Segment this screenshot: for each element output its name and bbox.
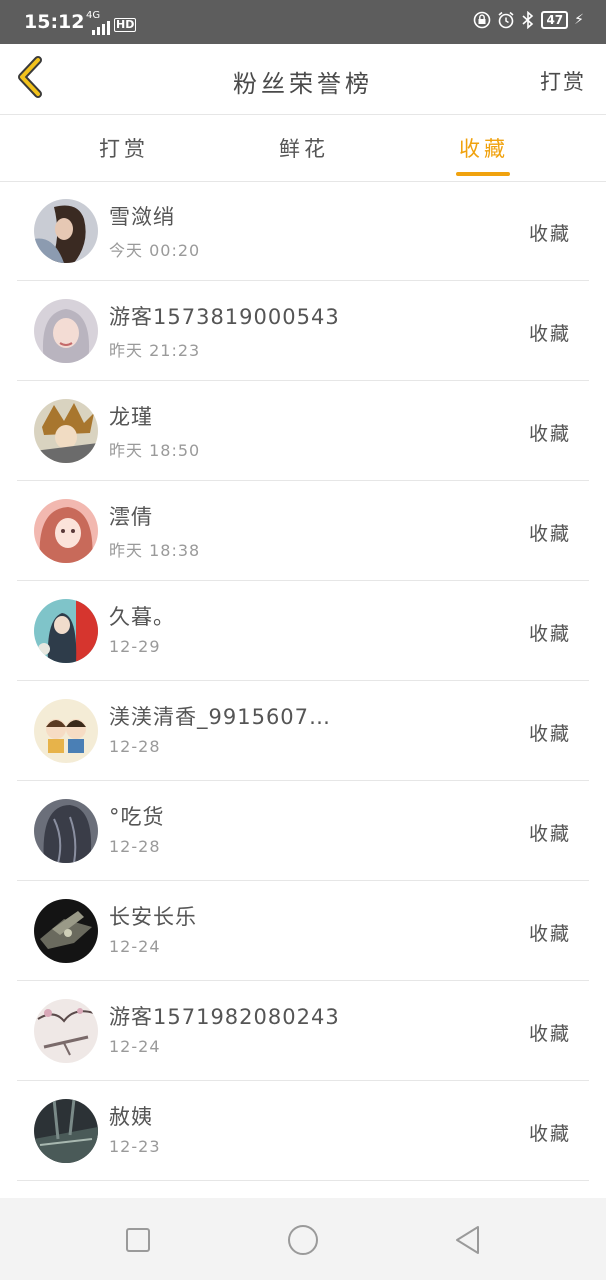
gift-type: 收藏 (528, 723, 571, 745)
fans-list: 雪潋绡 今天 00:20 收藏 游客157381900054​3 昨天 21:2… (0, 181, 606, 1181)
tab-flowers[interactable]: 鲜花 (244, 133, 364, 163)
fan-time: 12-23 (109, 1137, 161, 1156)
gift-type: 收藏 (528, 223, 571, 245)
tab-reward[interactable]: 打赏 (64, 133, 184, 163)
active-tab-indicator (456, 172, 510, 176)
fan-name: 游客157381900054​3 (109, 305, 340, 329)
avatar (34, 399, 98, 463)
fan-time: 昨天 18:38 (109, 541, 201, 560)
avatar (34, 699, 98, 763)
fan-name: 久暮。 (109, 605, 175, 629)
list-item[interactable]: 久暮。 12-29 收藏 (17, 581, 589, 681)
gift-type: 收藏 (528, 423, 571, 445)
list-item[interactable]: 游客1571982080243 12-24 收藏 (17, 981, 589, 1081)
fan-time: 昨天 21:23 (109, 341, 201, 360)
signal-icon (92, 21, 110, 35)
fan-name: 游客1571982080243 (109, 1005, 340, 1029)
fan-time: 12-24 (109, 937, 161, 956)
bluetooth-icon (522, 11, 534, 29)
list-item[interactable]: 游客157381900054​3 昨天 21:23 收藏 (17, 281, 589, 381)
alarm-icon (498, 11, 514, 29)
recent-apps-button[interactable] (120, 1222, 156, 1258)
avatar (34, 799, 98, 863)
page-title: 粉丝荣誉榜 (233, 70, 373, 98)
lock-rotation-icon (474, 11, 491, 29)
status-time: 15:12 (24, 11, 85, 33)
fan-name: 赦姨 (109, 1105, 153, 1129)
battery-indicator: 47 (541, 11, 569, 29)
fan-name: 澐倩 (109, 505, 153, 529)
status-bar: 15:12 4G HD 47 ⚡ (0, 0, 606, 44)
avatar (34, 299, 98, 363)
fan-name: 龙瑾 (109, 405, 153, 429)
fan-time: 12-28 (109, 737, 161, 756)
gift-type: 收藏 (528, 1023, 571, 1045)
fan-time: 12-29 (109, 637, 161, 656)
fan-time: 今天 00:20 (109, 241, 201, 260)
system-nav-bar (0, 1198, 606, 1280)
gift-type: 收藏 (528, 923, 571, 945)
list-item[interactable]: 澐倩 昨天 18:38 收藏 (17, 481, 589, 581)
avatar (34, 999, 98, 1063)
list-item[interactable]: 渼渼清香_9915607… 12-28 收藏 (17, 681, 589, 781)
avatar (34, 1099, 98, 1163)
avatar (34, 599, 98, 663)
avatar (34, 899, 98, 963)
hd-badge: HD (114, 18, 137, 32)
list-item[interactable]: °吃货 12-28 收藏 (17, 781, 589, 881)
reward-action-button[interactable]: 打赏 (540, 66, 586, 96)
fan-time: 12-28 (109, 837, 161, 856)
tab-bar: 打赏 鲜花 收藏 (0, 115, 606, 182)
list-item[interactable]: 长安长乐 12-24 收藏 (17, 881, 589, 981)
list-item[interactable]: 赦姨 12-23 收藏 (17, 1081, 589, 1181)
avatar (34, 199, 98, 263)
gift-type: 收藏 (528, 823, 571, 845)
gift-type: 收藏 (528, 1123, 571, 1145)
avatar (34, 499, 98, 563)
fan-time: 12-24 (109, 1037, 161, 1056)
charging-icon: ⚡ (574, 12, 584, 28)
fan-name: °吃货 (109, 805, 165, 829)
tab-favorites[interactable]: 收藏 (424, 133, 544, 163)
gift-type: 收藏 (528, 523, 571, 545)
list-item[interactable]: 龙瑾 昨天 18:50 收藏 (17, 381, 589, 481)
fan-name: 渼渼清香_9915607… (109, 705, 332, 729)
list-item[interactable]: 雪潋绡 今天 00:20 收藏 (17, 181, 589, 281)
gift-type: 收藏 (528, 623, 571, 645)
home-button[interactable] (285, 1222, 321, 1258)
fan-time: 昨天 18:50 (109, 441, 201, 460)
back-nav-button[interactable] (450, 1222, 486, 1258)
top-navbar: 粉丝荣誉榜 打赏 (0, 44, 606, 115)
fan-name: 长安长乐 (109, 905, 197, 929)
fan-name: 雪潋绡 (109, 205, 175, 229)
gift-type: 收藏 (528, 323, 571, 345)
